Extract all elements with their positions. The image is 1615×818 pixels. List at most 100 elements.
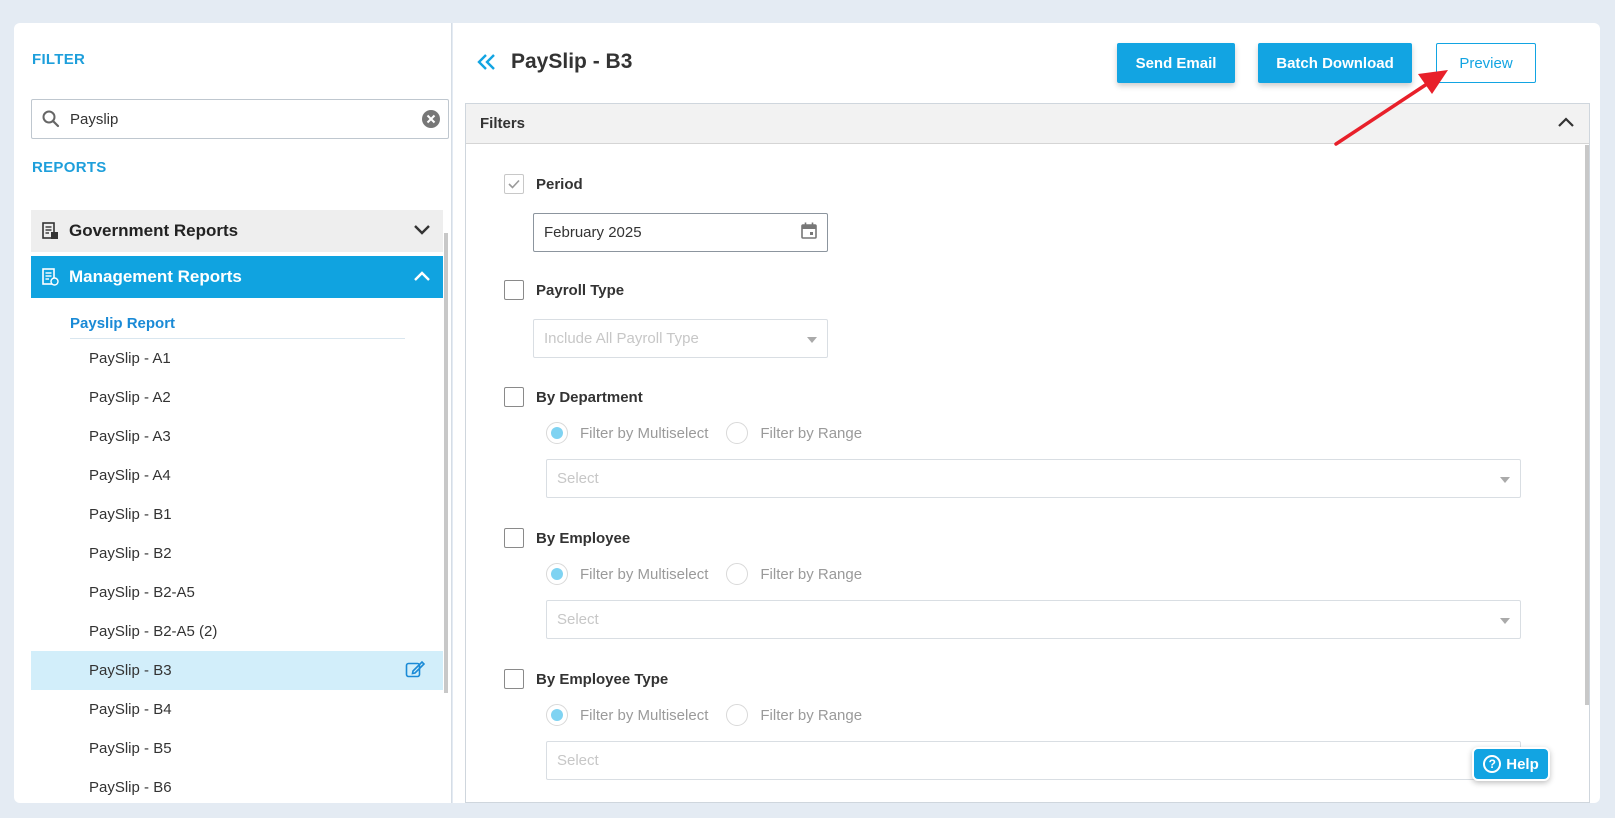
double-chevron-left-icon[interactable] (477, 53, 497, 76)
help-button[interactable]: ? Help (1472, 747, 1550, 781)
group-government-reports[interactable]: Government Reports (31, 210, 443, 252)
employee-select[interactable]: Select (546, 600, 1521, 639)
report-item[interactable]: PaySlip - A1 (31, 339, 443, 378)
filter-label: FILTER (32, 51, 86, 68)
radio-button[interactable] (546, 422, 568, 444)
report-document-icon (41, 222, 69, 240)
search-icon (32, 110, 70, 128)
filters-scrollbar[interactable] (1585, 145, 1589, 705)
by-employee-type-checkbox[interactable] (504, 669, 524, 689)
period-checkbox[interactable] (504, 174, 524, 194)
chevron-up-icon[interactable] (1557, 115, 1575, 132)
radio-label: Filter by Range (760, 424, 863, 442)
radio-label: Filter by Range (760, 565, 863, 583)
calendar-icon[interactable] (801, 222, 817, 243)
report-item[interactable]: PaySlip - B5 (31, 729, 443, 768)
search-input[interactable] (70, 110, 414, 128)
search-box[interactable] (31, 99, 449, 139)
radio-label: Filter by Multiselect (580, 565, 709, 583)
radio-button[interactable] (546, 563, 568, 585)
report-item[interactable]: PaySlip - B1 (31, 495, 443, 534)
radio-label: Filter by Range (760, 706, 863, 724)
employee-filter-mode: Filter by Multiselect Filter by Range (546, 563, 880, 585)
report-item[interactable]: PaySlip - A2 (31, 378, 443, 417)
payroll-type-dropdown[interactable]: Include All Payroll Type (533, 319, 828, 358)
report-item-label: PaySlip - B4 (89, 701, 172, 718)
radio-multiselect[interactable]: Filter by Multiselect (546, 704, 708, 726)
report-item-label: PaySlip - B2 (89, 545, 172, 562)
caret-down-icon (1500, 470, 1510, 487)
by-department-label: By Department (536, 389, 643, 406)
report-item[interactable]: PaySlip - B4 (31, 690, 443, 729)
report-document-icon (41, 268, 69, 286)
select-placeholder: Select (557, 470, 599, 487)
department-select[interactable]: Select (546, 459, 1521, 498)
period-label: Period (536, 176, 583, 193)
radio-button[interactable] (726, 422, 749, 444)
report-item-label: PaySlip - B3 (89, 662, 172, 679)
radio-label: Filter by Multiselect (580, 424, 709, 442)
report-item-label: PaySlip - B2-A5 (89, 584, 195, 601)
payroll-type-placeholder: Include All Payroll Type (544, 330, 699, 347)
report-item-label: PaySlip - A3 (89, 428, 171, 445)
edit-icon[interactable] (405, 660, 426, 682)
period-date-field[interactable]: February 2025 (533, 213, 828, 252)
radio-button[interactable] (726, 563, 749, 585)
period-value: February 2025 (544, 224, 642, 241)
by-employee-type-label: By Employee Type (536, 671, 669, 688)
report-item[interactable]: PaySlip - B2-A5 (2) (31, 612, 443, 651)
by-employee-label: By Employee (536, 530, 631, 547)
subgroup-payslip-report[interactable]: Payslip Report (70, 298, 405, 339)
filters-body: Period February 2025 Payroll Type Includ… (466, 145, 1589, 802)
reports-label: REPORTS (32, 159, 107, 176)
select-placeholder: Select (557, 752, 599, 769)
radio-range[interactable]: Filter by Range (726, 422, 862, 444)
report-item-label: PaySlip - A2 (89, 389, 171, 406)
group-management-reports[interactable]: Management Reports (31, 256, 443, 298)
report-item-label: PaySlip - B2-A5 (2) (89, 623, 218, 640)
by-employee-checkbox[interactable] (504, 528, 524, 548)
radio-button[interactable] (546, 704, 568, 726)
report-item[interactable]: PaySlip - B2 (31, 534, 443, 573)
report-item-label: PaySlip - A4 (89, 467, 171, 484)
radio-button[interactable] (726, 704, 749, 726)
report-item[interactable]: PaySlip - A3 (31, 417, 443, 456)
by-department-checkbox[interactable] (504, 387, 524, 407)
report-item[interactable]: PaySlip - B6 (31, 768, 443, 803)
clear-search-icon[interactable] (414, 109, 448, 129)
report-item-label: PaySlip - A1 (89, 350, 171, 367)
chevron-up-icon (413, 267, 431, 287)
caret-down-icon (1500, 611, 1510, 628)
report-item-label: PaySlip - B5 (89, 740, 172, 757)
sidebar-scrollbar[interactable] (444, 233, 448, 693)
report-item-label: PaySlip - B1 (89, 506, 172, 523)
employee-type-select[interactable]: Select (546, 741, 1521, 780)
question-icon: ? (1483, 755, 1502, 773)
page-title: PaySlip - B3 (511, 50, 633, 73)
chevron-down-icon (413, 221, 431, 241)
send-email-button[interactable]: Send Email (1117, 43, 1235, 83)
report-tree: Government Reports Management Reports Pa… (31, 210, 443, 803)
radio-multiselect[interactable]: Filter by Multiselect (546, 422, 708, 444)
group-title: Management Reports (69, 267, 242, 286)
employee-type-filter-mode: Filter by Multiselect Filter by Range (546, 704, 880, 726)
department-filter-mode: Filter by Multiselect Filter by Range (546, 422, 880, 444)
group-title: Government Reports (69, 221, 239, 240)
filters-panel: Filters Period February 2025 Payroll Typ… (465, 103, 1590, 803)
annotation-arrow (1334, 70, 1448, 146)
report-item[interactable]: PaySlip - B2-A5 (31, 573, 443, 612)
report-list: PaySlip - A1 PaySlip - A2 PaySlip - A3 P… (31, 339, 443, 803)
sidebar: FILTER REPORTS Government Reports Manage… (14, 23, 452, 803)
report-item-label: PaySlip - B6 (89, 779, 172, 796)
radio-range[interactable]: Filter by Range (726, 704, 862, 726)
caret-down-icon (807, 330, 817, 347)
radio-multiselect[interactable]: Filter by Multiselect (546, 563, 708, 585)
report-item[interactable]: PaySlip - A4 (31, 456, 443, 495)
select-placeholder: Select (557, 611, 599, 628)
help-label: Help (1506, 755, 1539, 773)
radio-range[interactable]: Filter by Range (726, 563, 862, 585)
payroll-type-label: Payroll Type (536, 282, 625, 299)
radio-label: Filter by Multiselect (580, 706, 709, 724)
report-item-active[interactable]: PaySlip - B3 (31, 651, 443, 690)
payroll-type-checkbox[interactable] (504, 280, 524, 300)
